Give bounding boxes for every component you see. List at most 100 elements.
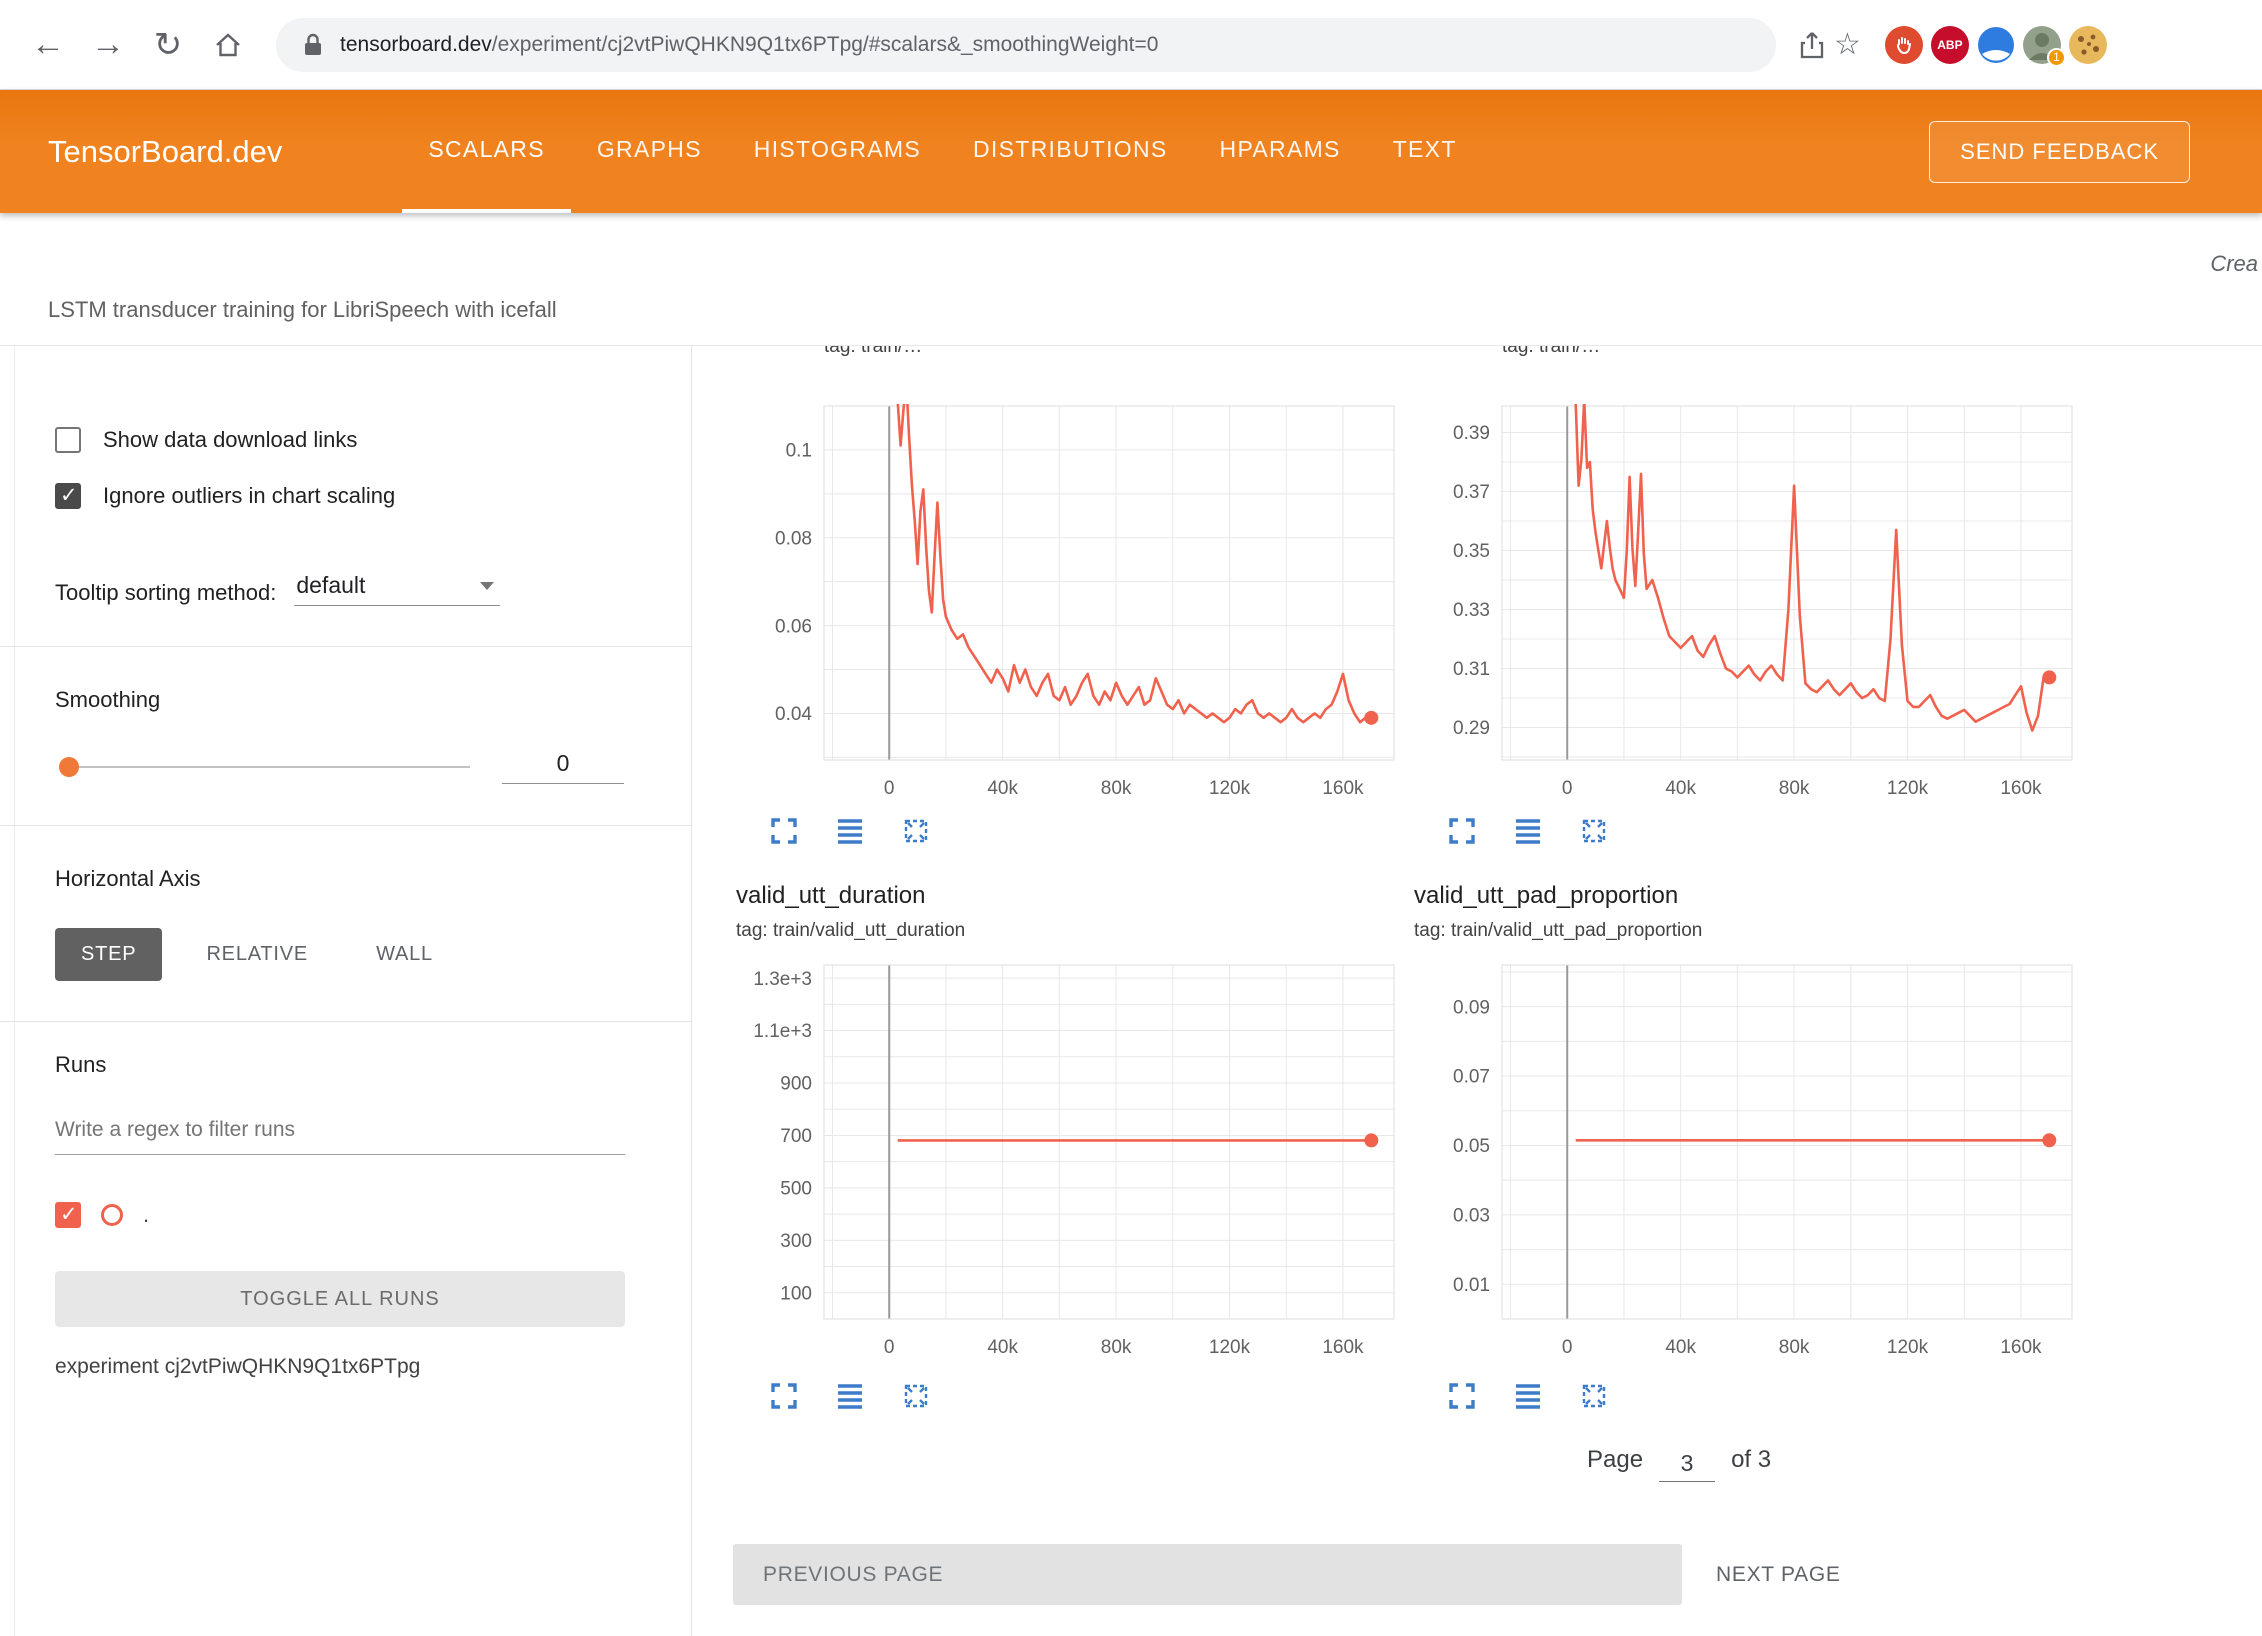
chart-valid-utt-pad-proportion: 0.010.030.050.070.09040k80k120k160k [1420,959,2080,1369]
page-of-label: of 3 [1731,1446,1771,1474]
svg-text:0.31: 0.31 [1453,659,1490,680]
y-axis-toggle-icon[interactable] [834,815,866,847]
fit-domain-icon[interactable] [900,815,932,847]
smoothing-value-input[interactable] [502,750,624,784]
run-checkbox[interactable] [55,1202,81,1228]
tooltip-sorting-value: default [296,572,365,599]
ignore-outliers-label: Ignore outliers in chart scaling [103,483,395,509]
fullscreen-icon[interactable] [1446,1380,1478,1412]
blue-circle-icon [1977,26,2015,64]
tab-hparams[interactable]: HPARAMS [1194,90,1367,213]
home-icon [213,30,243,60]
cookie-extension-icon[interactable] [2069,26,2107,64]
axis-relative-button[interactable]: RELATIVE [182,928,332,981]
experiment-header: Crea LSTM transducer training for LibriS… [0,213,2262,346]
svg-text:120k: 120k [1887,1337,1929,1358]
svg-text:0.05: 0.05 [1453,1136,1490,1157]
svg-text:0.39: 0.39 [1453,423,1490,444]
svg-text:40k: 40k [1665,778,1696,799]
section-divider [0,1021,691,1022]
bookmark-star-button[interactable]: ☆ [1834,27,1861,62]
y-axis-toggle-icon[interactable] [1512,1380,1544,1412]
svg-text:0.33: 0.33 [1453,600,1490,621]
refresh-button[interactable]: ↻ [142,19,194,71]
send-feedback-button[interactable]: SEND FEEDBACK [1929,121,2190,183]
abp-extension-icon[interactable]: ABP [1931,26,1969,64]
cookie-icon [2069,26,2107,64]
url-bar[interactable]: tensorboard.dev/experiment/cj2vtPiwQHKN9… [276,18,1776,72]
pagination: Page of 3 [1587,1442,1771,1474]
app-logo[interactable]: TensorBoard.dev [48,134,282,170]
lock-icon [302,32,324,58]
charts-area: tag: train/… tag: train/… 0.040.060.080.… [692,346,2262,1636]
fit-domain-icon[interactable] [900,1380,932,1412]
back-button[interactable]: ← [22,19,74,71]
axis-step-button[interactable]: STEP [55,928,162,981]
axis-wall-button[interactable]: WALL [352,928,457,981]
run-row: . [55,1199,624,1231]
clipped-chart-tag-left: tag: train/… [824,346,922,359]
svg-text:40k: 40k [987,1337,1018,1358]
svg-text:0.03: 0.03 [1453,1206,1490,1227]
tab-scalars[interactable]: SCALARS [402,90,570,213]
previous-page-button[interactable]: PREVIOUS PAGE [733,1544,1682,1605]
svg-text:0: 0 [1562,778,1573,799]
smoothing-label: Smoothing [55,687,624,713]
fullscreen-icon[interactable] [768,1380,800,1412]
svg-text:120k: 120k [1209,778,1251,799]
horizontal-axis-buttons: STEP RELATIVE WALL [55,928,624,981]
svg-text:0.08: 0.08 [775,528,812,549]
runs-regex-input[interactable] [55,1118,625,1155]
tab-text[interactable]: TEXT [1367,90,1483,213]
page-number-input[interactable] [1659,1450,1715,1482]
tab-distributions[interactable]: DISTRIBUTIONS [947,90,1194,213]
tab-histograms[interactable]: HISTOGRAMS [728,90,947,213]
svg-text:0: 0 [884,1337,895,1358]
svg-text:120k: 120k [1209,1337,1251,1358]
toggle-all-runs-button[interactable]: TOGGLE ALL RUNS [55,1271,625,1327]
svg-text:160k: 160k [2000,1337,2042,1358]
tooltip-sorting-row: Tooltip sorting method: default [55,566,624,606]
smoothing-slider[interactable] [65,766,470,768]
svg-text:1.1e+3: 1.1e+3 [753,1021,812,1042]
notification-badge: 1 [2047,48,2066,67]
experiment-id-text: experiment cj2vtPiwQHKN9Q1tx6PTpg [55,1355,624,1379]
fullscreen-icon[interactable] [1446,815,1478,847]
chart-toolbar [768,1380,932,1412]
y-axis-toggle-icon[interactable] [834,1380,866,1412]
svg-text:700: 700 [780,1126,812,1147]
svg-text:120k: 120k [1887,778,1929,799]
settings-sidebar: Show data download links Ignore outliers… [0,346,692,1636]
svg-text:0.35: 0.35 [1453,541,1490,562]
next-page-button[interactable]: NEXT PAGE [1716,1544,1841,1605]
share-button[interactable] [1798,30,1826,60]
blue-extension-icon[interactable] [1977,26,2015,64]
home-button[interactable] [202,19,254,71]
fullscreen-icon[interactable] [768,815,800,847]
show-download-checkbox[interactable] [55,427,81,453]
url-path: /experiment/cj2vtPiwQHKN9Q1tx6PTpg/#scal… [492,33,1159,56]
chart-valid-utt-duration: 1003005007009001.1e+31.3e+3040k80k120k16… [742,959,1402,1369]
svg-text:80k: 80k [1101,1337,1132,1358]
fit-domain-icon[interactable] [1578,815,1610,847]
show-download-row: Show data download links [55,418,624,462]
adblock-extension-icon[interactable] [1885,26,1923,64]
svg-text:0.07: 0.07 [1453,1067,1490,1088]
svg-text:0: 0 [884,778,895,799]
svg-text:80k: 80k [1779,778,1810,799]
slider-thumb[interactable] [59,757,79,777]
chart-title: valid_utt_duration [736,882,925,910]
url-domain: tensorboard.dev [340,33,492,56]
fit-domain-icon[interactable] [1578,1380,1610,1412]
tooltip-sorting-dropdown[interactable]: default [294,572,500,606]
chart-toolbar [768,815,932,847]
y-axis-toggle-icon[interactable] [1512,815,1544,847]
ignore-outliers-checkbox[interactable] [55,483,81,509]
profile-avatar[interactable]: 1 [2023,26,2061,64]
chart-toolbar [1446,1380,1610,1412]
section-divider [0,646,691,647]
forward-button[interactable]: → [82,19,134,71]
tab-graphs[interactable]: GRAPHS [571,90,728,213]
share-icon [1798,30,1826,60]
svg-text:300: 300 [780,1231,812,1252]
